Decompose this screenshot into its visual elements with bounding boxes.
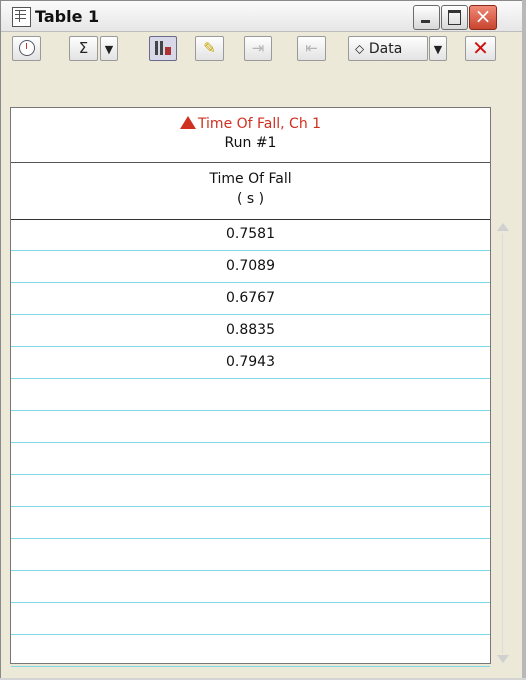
data-source-icon: ⬦ <box>355 42 365 57</box>
delete-row-icon: ⇤ <box>305 39 318 57</box>
background-window-edge <box>522 0 526 680</box>
table-row[interactable] <box>11 572 490 603</box>
table-cell: 0.8835 <box>226 322 275 338</box>
statistics-dropdown[interactable]: ▼ <box>100 36 118 61</box>
table-row[interactable] <box>11 636 490 667</box>
table-row[interactable] <box>11 508 490 539</box>
remove-button[interactable]: ✕ <box>465 36 496 61</box>
triangle-up-icon <box>179 116 196 129</box>
table-row[interactable]: 0.7943 <box>11 348 490 379</box>
delete-row-button[interactable]: ⇤ <box>297 36 326 61</box>
table-cell: 0.7943 <box>226 354 275 370</box>
table-cell: 0.6767 <box>226 290 275 306</box>
table-cell: 0.7089 <box>226 258 275 274</box>
data-table: Time Of Fall, Ch 1 Run #1 Time Of Fall (… <box>10 107 491 667</box>
title-bar[interactable]: Table 1 × <box>1 1 523 32</box>
chevron-down-icon: ▼ <box>433 43 443 56</box>
window-close-button[interactable]: × <box>469 5 497 30</box>
data-selector[interactable]: ⬦ Data <box>348 36 428 61</box>
vertical-scrollbar[interactable] <box>495 223 511 663</box>
insert-row-icon: ⇥ <box>251 39 265 57</box>
lock-columns-icon <box>155 41 171 55</box>
window-title: Table 1 <box>35 7 100 26</box>
run-label: Run #1 <box>224 135 277 151</box>
column-header[interactable]: Time Of Fall ( s ) <box>11 163 490 220</box>
table-row[interactable] <box>11 476 490 507</box>
timer-button[interactable] <box>12 36 41 61</box>
table-row[interactable] <box>11 412 490 443</box>
sigma-icon: Σ <box>78 39 89 57</box>
data-dropdown[interactable]: ▼ <box>429 36 447 61</box>
column-title: Time Of Fall <box>209 171 292 187</box>
table-icon <box>12 7 31 27</box>
table-cell: 0.7581 <box>226 226 275 242</box>
scroll-track[interactable] <box>502 233 503 653</box>
table-row[interactable]: 0.8835 <box>11 316 490 347</box>
table-row[interactable] <box>11 380 490 411</box>
statistics-button[interactable]: Σ <box>69 36 98 61</box>
table-row[interactable] <box>11 444 490 475</box>
table-row[interactable]: 0.7089 <box>11 252 490 283</box>
scroll-down-icon[interactable] <box>497 655 509 663</box>
series-header[interactable]: Time Of Fall, Ch 1 Run #1 <box>11 108 490 163</box>
scroll-up-icon[interactable] <box>497 223 509 231</box>
toolbar: Σ ▼ ✎ ⇥ ⇤ ⬦ Data ▼ ✕ <box>1 32 523 65</box>
data-label: Data <box>368 41 403 57</box>
clock-icon <box>18 40 35 56</box>
chevron-down-icon: ▼ <box>104 43 114 56</box>
close-icon: ✕ <box>472 36 489 60</box>
table-window: Table 1 × Σ ▼ ✎ ⇥ ⇤ ⬦ Data ▼ ✕ Time Of F… <box>0 0 524 680</box>
table-row[interactable] <box>11 540 490 571</box>
table-row[interactable]: 0.7581 <box>11 220 490 251</box>
series-label: Time Of Fall, Ch 1 <box>197 116 322 132</box>
edit-button[interactable]: ✎ <box>195 36 224 61</box>
table-row[interactable]: 0.6767 <box>11 284 490 315</box>
lock-columns-button[interactable] <box>149 36 177 61</box>
table-row[interactable] <box>11 604 490 635</box>
maximize-button[interactable] <box>441 5 468 30</box>
column-unit: ( s ) <box>236 191 265 207</box>
pencil-icon: ✎ <box>203 39 216 57</box>
insert-row-button[interactable]: ⇥ <box>244 36 272 61</box>
minimize-button[interactable] <box>413 5 440 30</box>
